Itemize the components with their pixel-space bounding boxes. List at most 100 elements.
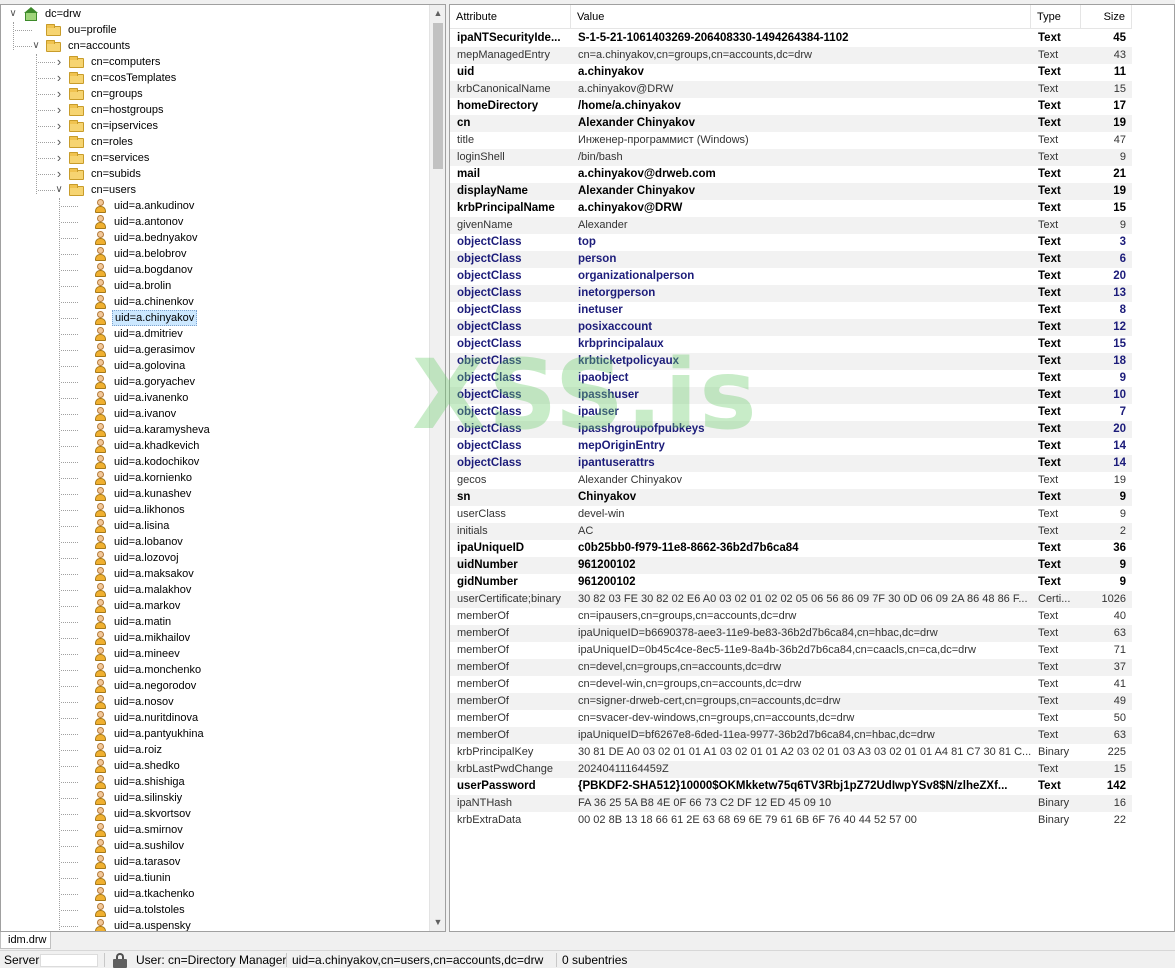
attribute-row[interactable]: cn Alexander Chinyakov Text 19 [450, 115, 1132, 132]
attribute-row[interactable]: memberOf cn=devel-win,cn=groups,cn=accoun… [450, 676, 1132, 693]
connection-tab[interactable]: idm.drw [0, 932, 51, 949]
attribute-row[interactable]: mail a.chinyakov@drweb.com Text 21 [450, 166, 1132, 183]
tree-node[interactable]: uid=a.kodochikov [1, 454, 421, 470]
collapse-chevron-icon[interactable]: ∨ [53, 182, 65, 198]
attribute-row[interactable]: objectClass ipasshgroupofpubkeys Text 20 [450, 421, 1132, 438]
attribute-row[interactable]: krbPrincipalKey 30 81 DE A0 03 02 01 01 A… [450, 744, 1132, 761]
tree-node[interactable]: uid=a.likhonos [1, 502, 421, 518]
attribute-row[interactable]: objectClass ipaobject Text 9 [450, 370, 1132, 387]
tree-node[interactable]: uid=a.lisina [1, 518, 421, 534]
attribute-row[interactable]: gecos Alexander Chinyakov Text 19 [450, 472, 1132, 489]
tree-node[interactable]: uid=a.tiunin [1, 870, 421, 886]
column-header-type[interactable]: Type [1031, 5, 1081, 29]
attribute-row[interactable]: homeDirectory/home/a.chinyakov Text 17 [450, 98, 1132, 115]
tree-node[interactable]: uid=a.shedko [1, 758, 421, 774]
tree-node[interactable]: › cn=services [1, 150, 421, 166]
tree-node[interactable]: uid=a.maksakov [1, 566, 421, 582]
attribute-row[interactable]: memberOf cn=svacer-dev-windows,cn=groups,… [450, 710, 1132, 727]
attribute-row[interactable]: displayName Alexander Chinyakov Text 19 [450, 183, 1132, 200]
tree-node[interactable]: uid=a.silinskiy [1, 790, 421, 806]
expand-chevron-icon[interactable]: › [53, 150, 65, 166]
collapse-chevron-icon[interactable]: ∨ [7, 6, 19, 22]
tree-node[interactable]: uid=a.matin [1, 614, 421, 630]
expand-chevron-icon[interactable]: › [53, 54, 65, 70]
attribute-row[interactable]: objectClass person Text 6 [450, 251, 1132, 268]
attribute-row[interactable]: objectClass inetuser Text 8 [450, 302, 1132, 319]
tree-node[interactable]: uid=a.tkachenko [1, 886, 421, 902]
column-header-attribute[interactable]: Attribute [450, 5, 571, 29]
attribute-row[interactable]: krbPrincipalName a.chinyakov@DRW Text 15 [450, 200, 1132, 217]
attribute-row[interactable]: krbCanonicalName a.chinyakov@DRW Text 15 [450, 81, 1132, 98]
tree-node[interactable]: uid=a.shishiga [1, 774, 421, 790]
tree-node[interactable]: › cn=ipservices [1, 118, 421, 134]
attribute-row[interactable]: objectClass ipauser Text 7 [450, 404, 1132, 421]
tree-node[interactable]: uid=a.sushilov [1, 838, 421, 854]
tree-node[interactable]: › cn=hostgroups [1, 102, 421, 118]
attribute-grid-pane[interactable]: Attribute Value Type Size ipaNTSecurityI… [449, 4, 1175, 932]
attribute-row[interactable]: objectClass posixaccount Text 12 [450, 319, 1132, 336]
tree-node[interactable]: uid=a.karamysheva [1, 422, 421, 438]
expand-chevron-icon[interactable]: › [53, 166, 65, 182]
tree-scroll-thumb[interactable] [433, 23, 443, 169]
attribute-row[interactable]: objectClass krbprincipalaux Text 15 [450, 336, 1132, 353]
tree-node[interactable]: › cn=cosTemplates [1, 70, 421, 86]
attribute-row[interactable]: objectClass ipantuserattrs Text 14 [450, 455, 1132, 472]
attribute-row[interactable]: objectClass ipasshuser Text 10 [450, 387, 1132, 404]
attribute-row[interactable]: ipaNTSecurityIde... S-1-5-21-1061403269-2… [450, 30, 1132, 47]
tree-node[interactable]: uid=a.khadkevich [1, 438, 421, 454]
attribute-row[interactable]: ipaUniqueID c0b25bb0-f979-11e8-8662-36b2d… [450, 540, 1132, 557]
tree-node[interactable]: › cn=roles [1, 134, 421, 150]
tree-node[interactable]: uid=a.lozovoj [1, 550, 421, 566]
attribute-row[interactable]: objectClass mepOriginEntry Text 14 [450, 438, 1132, 455]
tree-node[interactable]: uid=a.mineev [1, 646, 421, 662]
tree-node[interactable]: uid=a.ivanenko [1, 390, 421, 406]
attribute-row[interactable]: objectClass top Text 3 [450, 234, 1132, 251]
collapse-chevron-icon[interactable]: ∨ [30, 38, 42, 54]
tree-node[interactable]: uid=a.chinenkov [1, 294, 421, 310]
attribute-row[interactable]: krbLastPwdChange 20240411164459Z Text 15 [450, 761, 1132, 778]
tree-node[interactable]: uid=a.skvortsov [1, 806, 421, 822]
attribute-row[interactable]: memberOf ipaUniqueID=bf6267e8-6ded-11ea-9… [450, 727, 1132, 744]
tree-node[interactable]: uid=a.lobanov [1, 534, 421, 550]
attribute-row[interactable]: krbExtraData 00 02 8B 13 18 66 61 2E 63 6… [450, 812, 1132, 829]
tree-node[interactable]: uid=a.gerasimov [1, 342, 421, 358]
column-header-size[interactable]: Size [1081, 5, 1132, 29]
expand-chevron-icon[interactable]: › [53, 86, 65, 102]
attribute-row[interactable]: loginShell/bin/bash Text 9 [450, 149, 1132, 166]
tree-node[interactable]: uid=a.belobrov [1, 246, 421, 262]
tree-vertical-scrollbar[interactable]: ▲ ▼ [429, 5, 445, 931]
attribute-row[interactable]: title Инженер-программист (Windows) Text 47 [450, 132, 1132, 149]
tree-node[interactable]: › cn=groups [1, 86, 421, 102]
tree-node[interactable]: uid=a.kornienko [1, 470, 421, 486]
tree-node[interactable]: uid=a.ankudinov [1, 198, 421, 214]
scroll-up-arrow-icon[interactable]: ▲ [430, 5, 445, 22]
expand-chevron-icon[interactable]: › [53, 118, 65, 134]
tree-node[interactable]: uid=a.tarasov [1, 854, 421, 870]
tree-node[interactable]: ∨ cn=users [1, 182, 421, 198]
scroll-down-arrow-icon[interactable]: ▼ [430, 914, 445, 931]
attribute-row[interactable]: gidNumber 961200102 Text 9 [450, 574, 1132, 591]
tree-node[interactable]: uid=a.kunashev [1, 486, 421, 502]
tree-node[interactable]: uid=a.nosov [1, 694, 421, 710]
attribute-row[interactable]: memberOf ipaUniqueID=b6690378-aee3-11e9-b… [450, 625, 1132, 642]
tree-node[interactable]: uid=a.tolstoles [1, 902, 421, 918]
attribute-row[interactable]: mepManagedEntry cn=a.chinyakov,cn=groups,… [450, 47, 1132, 64]
attribute-row[interactable]: uid a.chinyakov Text 11 [450, 64, 1132, 81]
attribute-row[interactable]: memberOf cn=devel,cn=groups,cn=accounts,d… [450, 659, 1132, 676]
tree-node[interactable]: uid=a.antonov [1, 214, 421, 230]
attribute-row[interactable]: memberOf ipaUniqueID=0b45c4ce-8ec5-11e9-8… [450, 642, 1132, 659]
tree-node[interactable]: uid=a.nuritdinova [1, 710, 421, 726]
attribute-row[interactable]: sn Chinyakov Text 9 [450, 489, 1132, 506]
tree-node[interactable]: uid=a.dmitriev [1, 326, 421, 342]
attribute-row[interactable]: memberOf cn=ipausers,cn=groups,cn=account… [450, 608, 1132, 625]
attribute-row[interactable]: userClass devel-win Text 9 [450, 506, 1132, 523]
expand-chevron-icon[interactable]: › [53, 70, 65, 86]
tree-node[interactable]: uid=a.pantyukhina [1, 726, 421, 742]
expand-chevron-icon[interactable]: › [53, 134, 65, 150]
directory-tree[interactable]: ∨ dc=drw ou=profile ∨ cn=accounts › cn=compute… [1, 5, 428, 931]
attribute-row[interactable]: givenName Alexander Text 9 [450, 217, 1132, 234]
attribute-row[interactable]: objectClass krbticketpolicyaux Text 18 [450, 353, 1132, 370]
attribute-row[interactable]: userCertificate;binary 30 82 03 FE 30 82 … [450, 591, 1132, 608]
tree-node[interactable]: uid=a.golovina [1, 358, 421, 374]
tree-node[interactable]: uid=a.chinyakov [1, 310, 421, 326]
